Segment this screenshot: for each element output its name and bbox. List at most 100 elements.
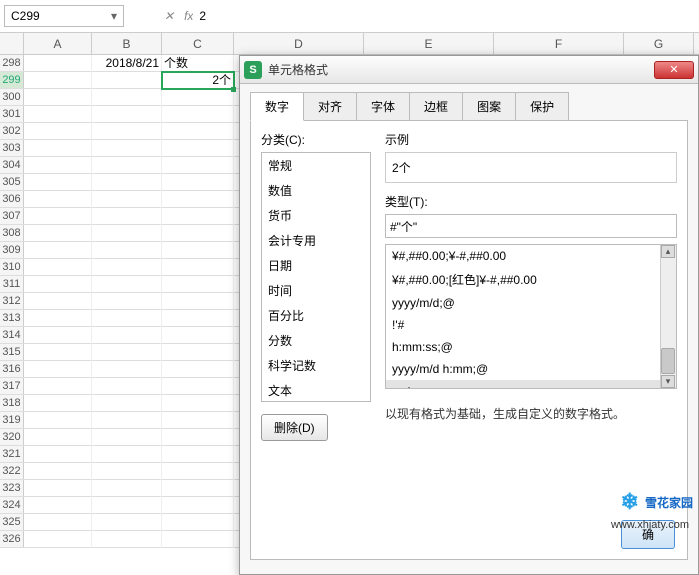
cell[interactable] [92,497,162,514]
cell[interactable] [24,225,92,242]
select-all-corner[interactable] [0,33,24,54]
category-item[interactable]: 日期 [262,253,370,278]
cell[interactable] [92,429,162,446]
tab-保护[interactable]: 保护 [515,92,569,120]
row-header[interactable]: 306 [0,191,24,207]
cell[interactable] [24,514,92,531]
cell[interactable] [92,344,162,361]
cell[interactable] [162,191,234,208]
cell[interactable] [162,497,234,514]
cell[interactable]: 2018/8/21 [92,55,162,72]
row-header[interactable]: 316 [0,361,24,377]
scroll-up-icon[interactable]: ▴ [661,245,675,258]
cell[interactable] [92,89,162,106]
cell[interactable] [162,361,234,378]
format-item[interactable]: h:mm:ss;@ [386,336,676,358]
cell[interactable] [24,395,92,412]
row-header[interactable]: 298 [0,55,24,71]
category-item[interactable]: 科学记数 [262,353,370,378]
cell[interactable] [162,259,234,276]
cell[interactable] [92,395,162,412]
cell[interactable] [92,412,162,429]
cell[interactable] [24,412,92,429]
tab-图案[interactable]: 图案 [462,92,516,120]
cell[interactable] [24,140,92,157]
dialog-close-button[interactable]: ✕ [654,61,694,79]
cell[interactable] [24,55,92,72]
category-item[interactable]: 文本 [262,378,370,402]
scroll-down-icon[interactable]: ▾ [661,375,675,388]
row-header[interactable]: 305 [0,174,24,190]
category-list[interactable]: 常规数值货币会计专用日期时间百分比分数科学记数文本特殊自定义 [261,152,371,402]
cell[interactable] [24,72,92,89]
format-item[interactable]: yyyy/m/d;@ [386,292,676,314]
cell[interactable] [92,480,162,497]
cell[interactable] [92,463,162,480]
cell[interactable] [92,514,162,531]
cell[interactable] [92,446,162,463]
cell[interactable] [92,276,162,293]
cell[interactable] [24,497,92,514]
cell[interactable]: 2个 [162,72,234,89]
row-header[interactable]: 311 [0,276,24,292]
row-header[interactable]: 321 [0,446,24,462]
row-header[interactable]: 319 [0,412,24,428]
cell[interactable] [92,106,162,123]
cell[interactable] [92,174,162,191]
delete-button[interactable]: 删除(D) [261,414,328,441]
cell[interactable] [92,242,162,259]
name-box-dropdown-icon[interactable]: ▾ [107,8,121,24]
row-header[interactable]: 313 [0,310,24,326]
format-item[interactable]: ¥#,##0.00;¥-#,##0.00 [386,245,676,267]
cell[interactable] [24,378,92,395]
category-item[interactable]: 货币 [262,203,370,228]
cell[interactable] [24,208,92,225]
formula-input[interactable] [193,5,695,27]
cell[interactable] [162,208,234,225]
cell[interactable] [24,480,92,497]
row-header[interactable]: 318 [0,395,24,411]
cell[interactable] [24,276,92,293]
cell[interactable] [162,157,234,174]
cell[interactable] [162,123,234,140]
cell[interactable] [24,463,92,480]
cell[interactable] [92,361,162,378]
category-item[interactable]: 百分比 [262,303,370,328]
row-header[interactable]: 303 [0,140,24,156]
cell[interactable] [24,89,92,106]
row-header[interactable]: 323 [0,480,24,496]
cell[interactable] [92,225,162,242]
category-item[interactable]: 会计专用 [262,228,370,253]
cell[interactable] [24,327,92,344]
format-item[interactable]: yyyy/m/d h:mm;@ [386,358,676,380]
col-header-F[interactable]: F [494,33,624,54]
cell[interactable] [92,123,162,140]
category-item[interactable]: 时间 [262,278,370,303]
row-header[interactable]: 308 [0,225,24,241]
format-item[interactable]: #"个" [386,380,676,389]
scroll-thumb[interactable] [661,348,675,374]
cell[interactable] [162,531,234,548]
cell[interactable] [92,191,162,208]
col-header-B[interactable]: B [92,33,162,54]
row-header[interactable]: 304 [0,157,24,173]
cell[interactable] [24,310,92,327]
cell[interactable] [92,531,162,548]
cell[interactable] [24,191,92,208]
cell[interactable] [162,463,234,480]
dialog-titlebar[interactable]: S 单元格格式 ✕ [240,56,698,84]
row-header[interactable]: 310 [0,259,24,275]
cell[interactable] [162,395,234,412]
cell[interactable] [24,344,92,361]
cell[interactable] [24,106,92,123]
category-item[interactable]: 常规 [262,153,370,178]
row-header[interactable]: 299 [0,72,24,88]
cell[interactable] [92,327,162,344]
row-header[interactable]: 309 [0,242,24,258]
row-header[interactable]: 314 [0,327,24,343]
cell[interactable] [24,446,92,463]
cancel-icon[interactable]: ✕ [164,9,174,23]
row-header[interactable]: 307 [0,208,24,224]
type-input[interactable] [385,214,677,238]
cell[interactable] [162,106,234,123]
